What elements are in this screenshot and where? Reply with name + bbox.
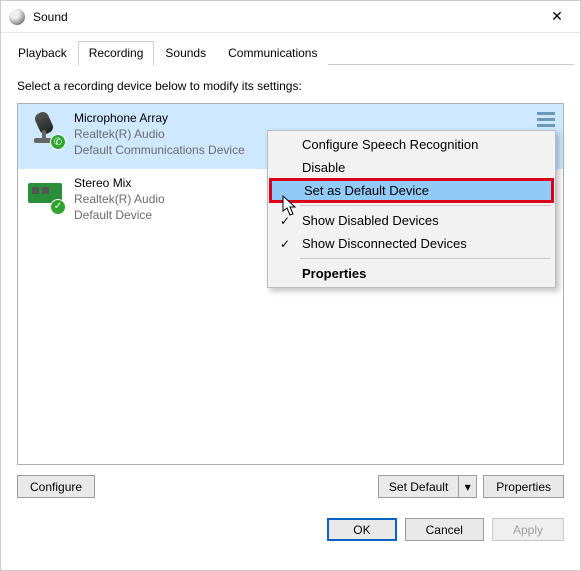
lower-button-row: Configure Set Default ▾ Properties [17,475,564,498]
ok-button[interactable]: OK [327,518,396,541]
ctx-show-disconnected[interactable]: ✓ Show Disconnected Devices [270,232,553,255]
ctx-set-default-device[interactable]: Set as Default Device [269,178,554,203]
device-name: Microphone Array [74,110,245,126]
window-title: Sound [33,10,68,24]
device-status: Default Communications Device [74,142,245,158]
tab-communications[interactable]: Communications [217,41,328,65]
ctx-disable[interactable]: Disable [270,156,553,179]
dialog-footer: OK Cancel Apply [1,508,580,553]
default-badge-icon: ✓ [50,199,66,215]
ctx-configure-speech[interactable]: Configure Speech Recognition [270,133,553,156]
properties-button[interactable]: Properties [483,475,564,498]
device-driver: Realtek(R) Audio [74,126,245,142]
sound-app-icon [9,9,25,25]
cancel-button[interactable]: Cancel [405,518,484,541]
ctx-separator [300,258,551,259]
apply-button: Apply [492,518,564,541]
check-icon: ✓ [280,237,290,251]
tab-strip: Playback Recording Sounds Communications [1,33,580,65]
ctx-properties[interactable]: Properties [270,262,553,285]
configure-button[interactable]: Configure [17,475,95,498]
tab-playback[interactable]: Playback [7,41,78,65]
close-icon: ✕ [551,8,563,25]
close-button[interactable]: ✕ [534,1,580,33]
ctx-separator [300,205,551,206]
device-status: Default Device [74,207,165,223]
tab-recording[interactable]: Recording [78,41,155,66]
ctx-label: Show Disabled Devices [302,213,439,228]
device-text: Microphone Array Realtek(R) Audio Defaul… [74,110,245,159]
set-default-split-button[interactable]: Set Default ▾ [378,475,477,498]
device-name: Stereo Mix [74,175,165,191]
soundboard-icon: ✓ [26,175,64,213]
ctx-show-disabled[interactable]: ✓ Show Disabled Devices [270,209,553,232]
set-default-label: Set Default [379,476,458,497]
chevron-down-icon[interactable]: ▾ [458,476,476,497]
titlebar: Sound ✕ [1,1,580,33]
device-text: Stereo Mix Realtek(R) Audio Default Devi… [74,175,165,224]
level-meter-icon [537,112,555,127]
device-context-menu: Configure Speech Recognition Disable Set… [267,130,556,288]
check-icon: ✓ [280,214,290,228]
tab-sounds[interactable]: Sounds [154,41,217,65]
ctx-label: Show Disconnected Devices [302,236,467,251]
default-comm-badge-icon: ✆ [50,134,66,150]
instructions-text: Select a recording device below to modif… [17,79,564,93]
device-driver: Realtek(R) Audio [74,191,165,207]
microphone-icon: ✆ [26,110,64,148]
